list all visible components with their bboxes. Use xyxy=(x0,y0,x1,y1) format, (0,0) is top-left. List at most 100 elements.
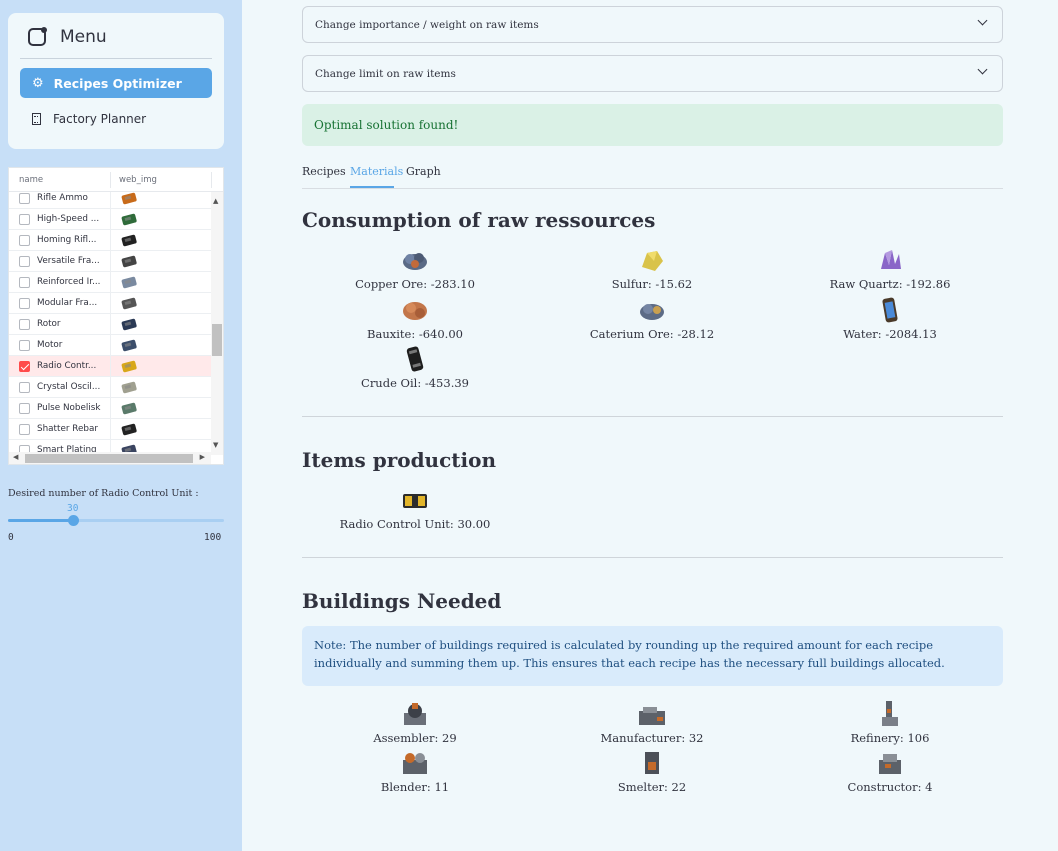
nav-label: Recipes Optimizer xyxy=(53,75,182,91)
table-row[interactable]: High-Speed ... xyxy=(9,209,211,230)
nav-recipes-optimizer[interactable]: ⚙ Recipes Optimizer xyxy=(20,68,212,98)
row-checkbox[interactable] xyxy=(19,213,30,225)
metric-label: Sulfur: -15.62 xyxy=(611,277,693,291)
vertical-scrollbar[interactable]: ▲ ▼ xyxy=(211,192,223,455)
metric-item: Raw Quartz: -192.86 xyxy=(777,245,1003,291)
item-image-icon xyxy=(121,402,137,415)
menu-header: Menu xyxy=(28,27,107,47)
scroll-right-icon[interactable]: ▶ xyxy=(200,453,205,461)
metric-label: Water: -2084.13 xyxy=(843,327,937,341)
table-row[interactable]: Rifle Ammo xyxy=(9,192,211,209)
column-header-name[interactable]: name xyxy=(19,175,43,185)
tab-recipes[interactable]: Recipes xyxy=(302,165,346,178)
metric-item: Radio Control Unit: 30.00 xyxy=(302,485,528,531)
row-name: Modular Fra... xyxy=(37,298,98,308)
horizontal-scrollbar[interactable]: ◀ ▶ xyxy=(9,452,211,464)
nav-label: Factory Planner xyxy=(53,112,147,126)
menu-card: Menu ⚙ Recipes Optimizer Factory Planner xyxy=(8,13,224,149)
row-name: Versatile Fra... xyxy=(37,256,100,266)
slider-label: Desired number of Radio Control Unit : xyxy=(8,488,199,499)
assembler-icon xyxy=(302,699,528,729)
row-checkbox[interactable] xyxy=(19,402,30,414)
menu-title: Menu xyxy=(60,27,107,47)
table-row[interactable]: Pulse Nobelisk xyxy=(9,398,211,419)
metric-item: Refinery: 106 xyxy=(777,699,1003,745)
metric-item: Copper Ore: -283.10 xyxy=(302,245,528,291)
cell-divider xyxy=(110,335,111,356)
table-row[interactable]: Reinforced Ir... xyxy=(9,272,211,293)
item-image-icon xyxy=(121,213,137,226)
raw-quartz-icon xyxy=(777,245,1003,275)
metric-item: Water: -2084.13 xyxy=(777,295,1003,341)
row-checkbox[interactable] xyxy=(19,381,30,393)
tab-materials[interactable]: Materials xyxy=(350,165,403,178)
row-checkbox[interactable] xyxy=(19,255,30,267)
cell-divider xyxy=(110,314,111,335)
row-name: Motor xyxy=(37,340,63,350)
item-image-icon xyxy=(121,381,137,394)
slider-max: 100 xyxy=(204,532,222,543)
scrollbar-thumb[interactable] xyxy=(25,454,193,463)
quantity-slider[interactable] xyxy=(8,515,224,526)
row-name: Rifle Ammo xyxy=(37,193,88,203)
sulfur-icon xyxy=(539,245,765,275)
row-checkbox[interactable] xyxy=(19,318,30,330)
metric-item: Blender: 11 xyxy=(302,748,528,794)
row-checkbox[interactable] xyxy=(19,297,30,309)
scroll-down-icon[interactable]: ▼ xyxy=(213,441,218,449)
metric-item: Sulfur: -15.62 xyxy=(539,245,765,291)
row-name: Reinforced Ir... xyxy=(37,277,101,287)
cell-divider xyxy=(110,293,111,314)
cell-divider xyxy=(110,419,111,440)
row-checkbox[interactable] xyxy=(19,360,30,372)
constructor-icon xyxy=(777,748,1003,778)
table-row[interactable]: Crystal Oscil... xyxy=(9,377,211,398)
cell-divider xyxy=(110,272,111,293)
refinery-icon xyxy=(777,699,1003,729)
row-checkbox[interactable] xyxy=(19,276,30,288)
metric-label: Blender: 11 xyxy=(380,780,450,794)
row-checkbox[interactable] xyxy=(19,192,30,204)
scroll-left-icon[interactable]: ◀ xyxy=(13,453,18,461)
expander-label: Change limit on raw items xyxy=(315,67,456,80)
item-image-icon xyxy=(121,255,137,268)
expander-label: Change importance / weight on raw items xyxy=(315,18,539,31)
row-checkbox[interactable] xyxy=(19,339,30,351)
weight-expander[interactable]: Change importance / weight on raw items xyxy=(302,6,1003,43)
metric-item: Constructor: 4 xyxy=(777,748,1003,794)
cell-divider xyxy=(110,230,111,251)
slider-min: 0 xyxy=(8,532,14,543)
slider-thumb[interactable] xyxy=(67,515,79,526)
grid-rows: Rifle Ammo High-Speed ... Homing Rifl... Ve… xyxy=(9,192,211,455)
scroll-up-icon[interactable]: ▲ xyxy=(213,197,218,205)
table-row[interactable]: Motor xyxy=(9,335,211,356)
column-header-web-img[interactable]: web_img xyxy=(119,175,157,185)
table-row[interactable]: Radio Contr... xyxy=(9,356,211,377)
items-data-grid[interactable]: name web_img Rifle Ammo High-Speed ... Hom… xyxy=(8,167,224,465)
table-row[interactable]: Homing Rifl... xyxy=(9,230,211,251)
cell-divider xyxy=(110,356,111,377)
row-checkbox[interactable] xyxy=(19,234,30,246)
table-row[interactable]: Modular Fra... xyxy=(9,293,211,314)
table-row[interactable]: Shatter Rebar xyxy=(9,419,211,440)
caterium-ore-icon xyxy=(539,295,765,325)
info-note: Note: The number of buildings required i… xyxy=(302,626,1003,686)
copper-ore-icon xyxy=(302,245,528,275)
table-row[interactable]: Rotor xyxy=(9,314,211,335)
buildings-heading: Buildings Needed xyxy=(302,589,502,613)
bauxite-icon xyxy=(302,295,528,325)
metric-label: Bauxite: -640.00 xyxy=(367,327,463,341)
row-checkbox[interactable] xyxy=(19,423,30,435)
item-image-icon xyxy=(121,192,137,205)
metric-item: Caterium Ore: -28.12 xyxy=(539,295,765,341)
blender-icon xyxy=(302,748,528,778)
tab-graph[interactable]: Graph xyxy=(406,165,441,178)
nav-factory-planner[interactable]: Factory Planner xyxy=(20,106,146,132)
limit-expander[interactable]: Change limit on raw items xyxy=(302,55,1003,92)
table-row[interactable]: Versatile Fra... xyxy=(9,251,211,272)
smelter-icon xyxy=(539,748,765,778)
metric-label: Copper Ore: -283.10 xyxy=(355,277,475,291)
production-heading: Items production xyxy=(302,448,496,472)
scrollbar-thumb[interactable] xyxy=(212,324,222,356)
cell-divider xyxy=(110,251,111,272)
